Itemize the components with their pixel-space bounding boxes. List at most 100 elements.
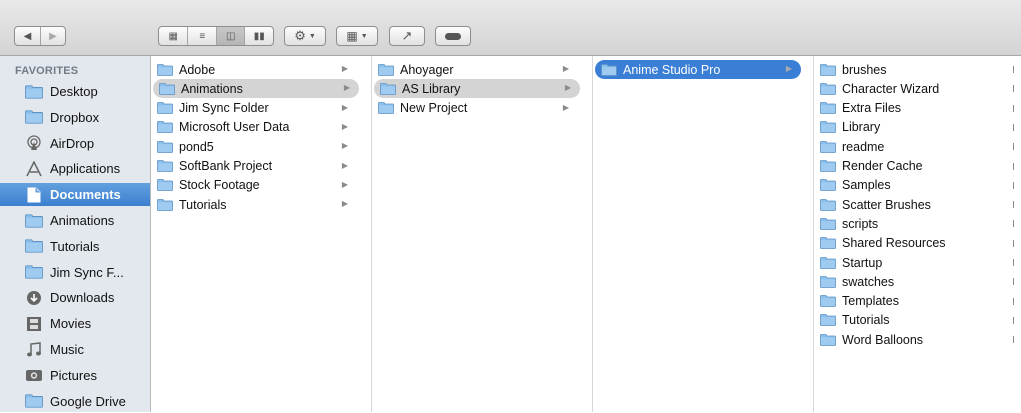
file-row[interactable]: Render Cache	[814, 157, 1014, 176]
back-forward-buttons[interactable]: ◀ ▶	[14, 26, 66, 46]
file-row[interactable]: Tutorials ▶	[151, 195, 357, 214]
sidebar-item-label: AirDrop	[50, 135, 95, 151]
file-row[interactable]: Word Balloons	[814, 330, 1014, 349]
folder-icon	[820, 102, 836, 114]
sidebar-item-label: Tutorials	[50, 238, 100, 254]
sidebar-item-music[interactable]: Music	[0, 338, 150, 361]
sidebar-item-downloads[interactable]: Downloads	[0, 286, 150, 309]
icon-view-icon: ▦	[168, 30, 178, 42]
sidebar-item-animations[interactable]: Animations	[0, 209, 150, 232]
file-row[interactable]: Anime Studio Pro ▶	[595, 60, 801, 79]
file-row[interactable]: Samples	[814, 176, 1014, 195]
icon-view-button[interactable]: ▦	[159, 27, 187, 45]
file-row[interactable]: Ahoyager ▶	[372, 60, 578, 79]
folder-icon	[157, 140, 173, 153]
file-name: Samples	[842, 178, 891, 193]
file-name: brushes	[842, 62, 887, 77]
file-name: readme	[842, 139, 885, 154]
sidebar-item-jim-sync-f[interactable]: Jim Sync F...	[0, 261, 150, 284]
forward-arrow-icon: ▶	[49, 30, 57, 42]
file-row[interactable]: brushes	[814, 60, 1014, 79]
file-row[interactable]: pond5 ▶	[151, 137, 357, 156]
sidebar-item-documents[interactable]: Documents	[0, 183, 150, 207]
chevron-right-icon: ▶	[341, 199, 348, 209]
file-row[interactable]: Tutorials	[814, 311, 1014, 330]
file-row[interactable]: Jim Sync Folder ▶	[151, 99, 357, 118]
file-row[interactable]: scripts	[814, 214, 1014, 233]
document-icon	[25, 187, 43, 203]
file-row[interactable]: Templates	[814, 292, 1014, 311]
applications-icon	[25, 160, 43, 177]
column-anime-studio-pro: brushes Character Wizard Extra Files Librar…	[814, 56, 1021, 412]
chevron-down-icon: ▼	[308, 32, 316, 40]
file-row[interactable]: Startup	[814, 253, 1014, 272]
truncation-marker	[1010, 278, 1014, 286]
file-row[interactable]: SoftBank Project ▶	[151, 157, 357, 176]
folder-icon	[820, 333, 836, 346]
file-row[interactable]: Adobe ▶	[151, 60, 357, 79]
file-name: Word Balloons	[842, 332, 924, 347]
sidebar-item-applications[interactable]: Applications	[0, 157, 150, 180]
file-row[interactable]: Microsoft User Data ▶	[151, 118, 357, 137]
view-mode-buttons[interactable]: ▦ ≡ ◫ ▮▮	[158, 26, 274, 46]
file-name: Scatter Brushes	[842, 197, 931, 212]
file-row[interactable]: Library	[814, 118, 1014, 137]
sidebar-item-label: Applications	[50, 161, 121, 177]
list-view-button[interactable]: ≡	[187, 27, 216, 45]
file-row[interactable]: swatches	[814, 272, 1014, 291]
file-row[interactable]: Shared Resources	[814, 234, 1014, 253]
back-button[interactable]: ◀	[15, 27, 40, 45]
arrange-icon: ▦	[346, 29, 358, 43]
truncation-marker	[1010, 162, 1014, 170]
list-view-icon: ≡	[199, 30, 206, 42]
truncation-marker	[1010, 220, 1014, 228]
chevron-right-icon: ▶	[343, 83, 350, 93]
file-name: Stock Footage	[179, 178, 260, 193]
chevron-right-icon: ▶	[564, 83, 571, 93]
chevron-right-icon: ▶	[341, 102, 348, 112]
file-row[interactable]: Scatter Brushes	[814, 195, 1014, 214]
truncation-marker	[1010, 297, 1014, 305]
action-menu-button[interactable]: ⚙ ▼	[284, 26, 326, 46]
folder-icon	[380, 82, 396, 95]
file-row[interactable]: New Project ▶	[372, 99, 578, 118]
arrange-menu-button[interactable]: ▦ ▼	[336, 26, 378, 46]
coverflow-view-button[interactable]: ▮▮	[244, 27, 273, 45]
folder-icon	[25, 109, 43, 125]
column-view-button[interactable]: ◫	[215, 27, 245, 45]
folder-icon	[157, 160, 173, 172]
folder-icon	[820, 179, 836, 192]
chevron-right-icon: ▶	[341, 141, 348, 151]
file-name: swatches	[842, 274, 895, 289]
sidebar-item-google-drive[interactable]: Google Drive	[0, 390, 150, 413]
share-button[interactable]: ↗	[389, 26, 425, 46]
sidebar-item-movies[interactable]: Movies	[0, 312, 150, 335]
sidebar: FAVORITES Desktop Dropbox AirDrop Applicati…	[0, 56, 151, 412]
file-row[interactable]: readme	[814, 137, 1014, 156]
column-animations: Ahoyager ▶ AS Library ▶ New Project ▶	[372, 56, 593, 412]
file-row[interactable]: Stock Footage ▶	[151, 176, 357, 195]
sidebar-item-label: Downloads	[50, 290, 115, 306]
tags-button[interactable]	[435, 26, 471, 46]
chevron-right-icon: ▶	[562, 102, 569, 112]
chevron-right-icon: ▶	[341, 64, 348, 73]
truncation-marker	[1010, 316, 1014, 324]
file-row[interactable]: Character Wizard	[814, 79, 1014, 98]
file-row[interactable]: AS Library ▶	[374, 79, 580, 99]
file-name: Render Cache	[842, 159, 923, 173]
sidebar-item-airdrop[interactable]: AirDrop	[0, 132, 150, 155]
sidebar-item-pictures[interactable]: Pictures	[0, 364, 150, 387]
folder-icon	[820, 121, 836, 134]
sidebar-item-desktop[interactable]: Desktop	[0, 80, 150, 103]
sidebar-item-label: Dropbox	[50, 109, 100, 125]
file-row[interactable]: Animations ▶	[153, 79, 359, 99]
sidebar-item-tutorials[interactable]: Tutorials	[0, 235, 150, 258]
chevron-right-icon: ▶	[341, 121, 348, 131]
sidebar-item-label: Movies	[50, 316, 92, 332]
share-icon: ↗	[401, 28, 413, 43]
folder-icon	[157, 63, 173, 76]
forward-button[interactable]: ▶	[39, 27, 65, 45]
sidebar-item-dropbox[interactable]: Dropbox	[0, 106, 150, 129]
file-name: Templates	[842, 294, 899, 309]
file-row[interactable]: Extra Files	[814, 99, 1014, 118]
